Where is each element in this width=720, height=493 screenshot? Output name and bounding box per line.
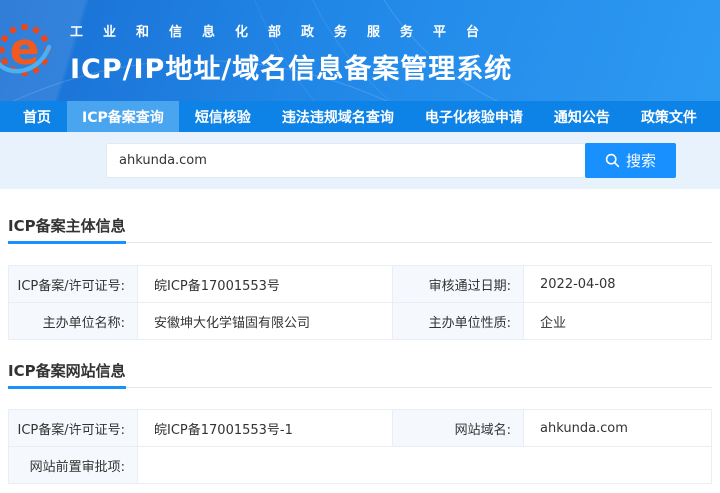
- field-label: ICP备案/许可证号:: [8, 409, 138, 447]
- field-label: 网站前置审批项:: [8, 446, 138, 484]
- search-bar: 搜索: [0, 132, 720, 189]
- search-icon: [605, 153, 620, 168]
- nav-item-electronic-verification[interactable]: 电子化核验申请: [410, 101, 538, 132]
- subject-info-table: ICP备案/许可证号: 皖ICP备17001553号 审核通过日期: 2022-…: [8, 265, 712, 340]
- website-section-title: ICP备案网站信息: [8, 364, 126, 389]
- page-title: ICP/IP地址/域名信息备案管理系统: [70, 54, 513, 85]
- subject-section-title: ICP备案主体信息: [8, 219, 126, 244]
- nav-item-sms-verification[interactable]: 短信核验: [180, 101, 266, 132]
- nav-item-policy-documents[interactable]: 政策文件: [626, 101, 712, 132]
- field-value: 皖ICP备17001553号: [137, 265, 393, 303]
- nav-item-icp-record-query[interactable]: ICP备案查询: [67, 101, 179, 132]
- field-value: 皖ICP备17001553号-1: [137, 409, 393, 447]
- page: e 工业和信息化部政务服务平台 ICP/IP地址/域名信息备案管理系统 首页 I…: [0, 0, 720, 493]
- nav-item-home[interactable]: 首页: [8, 101, 66, 132]
- search-input[interactable]: [106, 143, 585, 178]
- field-label: 主办单位性质:: [392, 302, 524, 340]
- field-value: 企业: [523, 302, 712, 340]
- site-header: e 工业和信息化部政务服务平台 ICP/IP地址/域名信息备案管理系统: [0, 0, 720, 101]
- content: ICP备案主体信息 ICP备案/许可证号: 皖ICP备17001553号 审核通…: [0, 218, 720, 484]
- field-value: 安徽坤大化学锚固有限公司: [137, 302, 393, 340]
- field-value: 2022-04-08: [523, 265, 712, 303]
- nav-item-illegal-domain-query[interactable]: 违法违规域名查询: [267, 101, 409, 132]
- main-nav: 首页 ICP备案查询 短信核验 违法违规域名查询 电子化核验申请 通知公告 政策…: [0, 101, 720, 132]
- field-value: [137, 446, 712, 484]
- platform-name: 工业和信息化部政务服务平台: [70, 25, 500, 40]
- header-titles: 工业和信息化部政务服务平台 ICP/IP地址/域名信息备案管理系统: [70, 21, 512, 86]
- field-label: 网站域名:: [392, 409, 524, 447]
- website-info-table: ICP备案/许可证号: 皖ICP备17001553号-1 网站域名: ahkun…: [8, 409, 712, 484]
- field-label: 审核通过日期:: [392, 265, 524, 303]
- nav-item-notices[interactable]: 通知公告: [539, 101, 625, 132]
- gear-e-logo-icon: e: [0, 15, 53, 85]
- search-button[interactable]: 搜索: [585, 143, 676, 178]
- table-row: 主办单位名称: 安徽坤大化学锚固有限公司 主办单位性质: 企业: [8, 302, 712, 340]
- field-label: 主办单位名称:: [8, 302, 138, 340]
- website-section-header: ICP备案网站信息: [8, 363, 712, 389]
- subject-section-header: ICP备案主体信息: [8, 218, 712, 244]
- search-button-label: 搜索: [625, 152, 656, 170]
- table-row: 网站前置审批项:: [8, 446, 712, 484]
- field-label: ICP备案/许可证号:: [8, 265, 138, 303]
- table-row: ICP备案/许可证号: 皖ICP备17001553号-1 网站域名: ahkun…: [8, 409, 712, 447]
- table-row: ICP备案/许可证号: 皖ICP备17001553号 审核通过日期: 2022-…: [8, 265, 712, 303]
- field-value: ahkunda.com: [523, 409, 712, 447]
